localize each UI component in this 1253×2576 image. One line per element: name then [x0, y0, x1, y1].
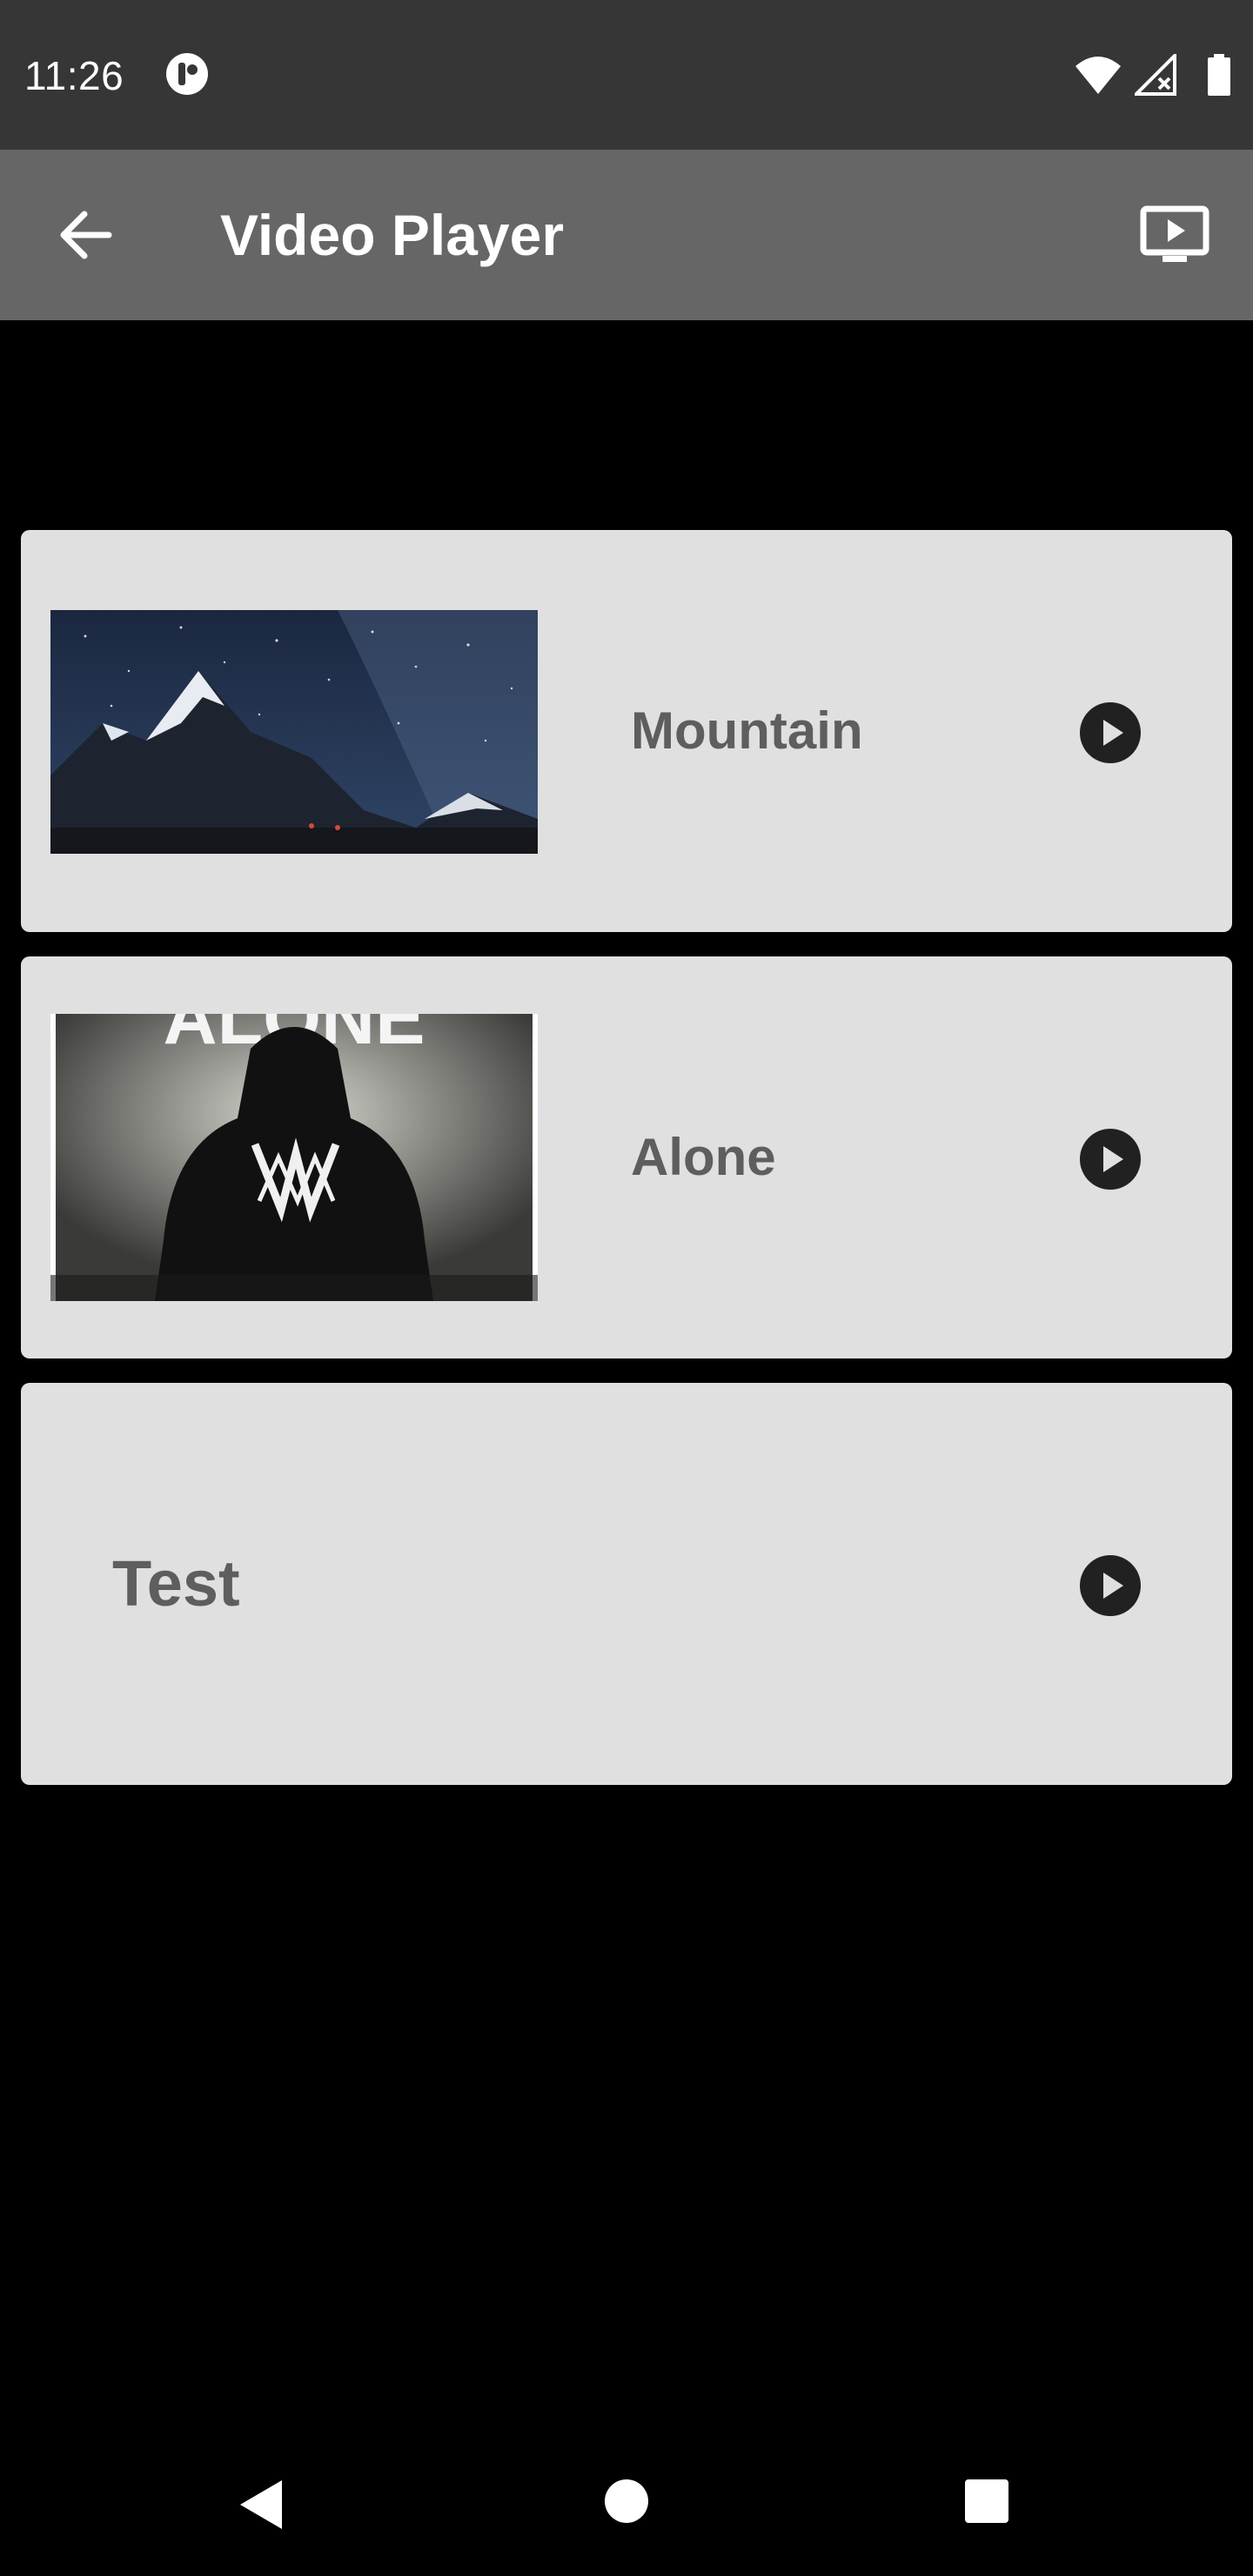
- cast-screen-icon: [1140, 205, 1209, 262]
- cast-button[interactable]: [1133, 193, 1216, 277]
- back-button[interactable]: [44, 193, 127, 277]
- arrow-back-icon: [60, 211, 112, 259]
- alone-hooded-figure-thumbnail: ALONE: [50, 1014, 538, 1301]
- video-title: Alone: [631, 1128, 776, 1186]
- wifi-icon: [1075, 57, 1121, 94]
- signal-no-data-icon: [1135, 54, 1176, 96]
- page-title: Video Player: [220, 203, 565, 267]
- nav-recents-icon[interactable]: [964, 2479, 1009, 2524]
- play-circle-icon[interactable]: [1079, 1128, 1142, 1191]
- video-title: Mountain: [631, 701, 863, 760]
- play-circle-icon[interactable]: [1079, 701, 1142, 764]
- mountain-night-sky-thumbnail: [50, 610, 538, 854]
- app-notification-icon: [166, 53, 208, 95]
- nav-back-icon[interactable]: [237, 2477, 285, 2532]
- video-card-test[interactable]: Test: [21, 1383, 1232, 1785]
- video-card-alone[interactable]: ALONE Alone: [21, 956, 1232, 1358]
- status-time: 11:26: [24, 53, 124, 98]
- video-card-mountain[interactable]: Mountain: [21, 530, 1232, 932]
- app-bar: Video Player: [0, 150, 1253, 320]
- play-circle-icon[interactable]: [1079, 1554, 1142, 1617]
- status-bar: 11:26: [0, 0, 1253, 150]
- nav-home-icon[interactable]: [604, 2479, 649, 2524]
- video-title: Test: [112, 1547, 240, 1620]
- battery-icon: [1208, 54, 1230, 96]
- navigation-bar: [0, 2437, 1253, 2576]
